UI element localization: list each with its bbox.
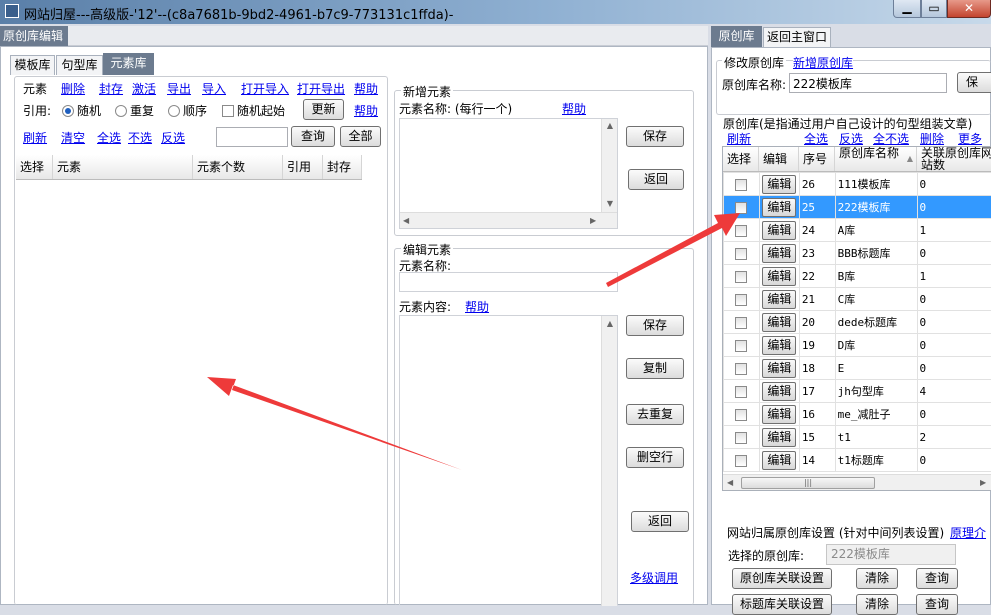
arrow-left-annotation (207, 377, 462, 470)
annotation-arrows (0, 0, 991, 605)
arrow-right-annotation (606, 213, 740, 287)
